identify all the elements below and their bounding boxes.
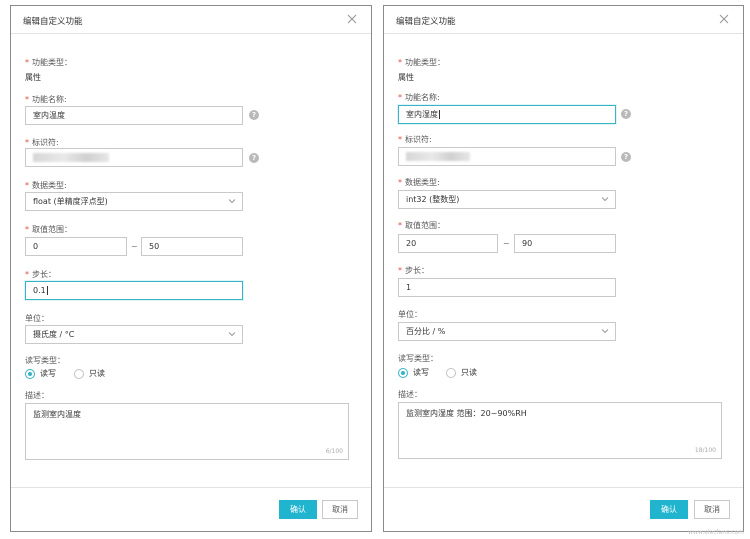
close-icon[interactable]: [347, 14, 357, 24]
radio-unchecked-icon: [74, 368, 84, 379]
step-value: 0.1: [33, 286, 46, 295]
function-name-label: * 功能名称:: [25, 95, 67, 104]
function-name-value: 室内湿度: [406, 110, 438, 119]
dialog-title: 编辑自定义功能: [396, 17, 456, 27]
function-name-input[interactable]: 室内湿度: [398, 105, 616, 124]
identifier-input[interactable]: [398, 147, 616, 166]
step-label: * 步长：: [25, 270, 56, 279]
help-icon[interactable]: ?: [621, 109, 631, 119]
step-input[interactable]: 0.1: [25, 281, 243, 300]
range-min-input[interactable]: 20: [398, 234, 498, 253]
unit-selected: 摄氏度 / °C: [33, 330, 75, 339]
function-type-label: * 功能类型：: [398, 58, 445, 67]
radio-read-write[interactable]: 读写: [398, 367, 429, 378]
cancel-button[interactable]: 取消: [694, 500, 730, 519]
data-type-select[interactable]: float (单精度浮点型): [25, 192, 243, 211]
unit-label: 单位：: [25, 314, 49, 323]
unit-label: 单位：: [398, 310, 422, 319]
unit-select[interactable]: 摄氏度 / °C: [25, 325, 243, 344]
radio-read-only[interactable]: 只读: [74, 368, 105, 379]
description-label: 描述：: [25, 391, 49, 400]
help-icon[interactable]: ?: [621, 152, 631, 162]
description-textarea[interactable]: 监测室内温度 6/100: [25, 403, 349, 460]
function-name-label: * 功能名称:: [398, 93, 440, 102]
radio-read-only[interactable]: 只读: [446, 367, 477, 378]
confirm-button[interactable]: 确认: [279, 500, 317, 519]
data-type-label: * 数据类型:: [25, 181, 67, 190]
dialog-title: 编辑自定义功能: [23, 17, 83, 27]
chevron-down-icon: [601, 329, 609, 334]
step-input[interactable]: 1: [398, 278, 616, 297]
watermark-text: www.elecfans.com: [688, 529, 744, 536]
dialog-header: 编辑自定义功能: [11, 6, 371, 34]
identifier-label: * 标识符:: [25, 138, 59, 147]
range-max-input[interactable]: 90: [514, 234, 616, 253]
confirm-button[interactable]: 确认: [650, 500, 688, 519]
range-label: * 取值范围：: [398, 221, 445, 230]
range-min-input[interactable]: 0: [25, 237, 127, 256]
edit-function-dialog-right: 编辑自定义功能 * 功能类型： 属性 * 功能名称: 室内湿度 ? * 标识符: ? …: [383, 5, 744, 532]
unit-selected: 百分比 / %: [406, 327, 446, 336]
redacted-identifier: [406, 152, 470, 161]
identifier-label: * 标识符:: [398, 135, 432, 144]
chevron-down-icon: [228, 332, 236, 337]
description-textarea[interactable]: 监测室内湿度 范围：20~90%RH 18/100: [398, 402, 722, 459]
unit-select[interactable]: 百分比 / %: [398, 322, 616, 341]
identifier-input[interactable]: [25, 148, 243, 167]
step-label: * 步长：: [398, 266, 429, 275]
edit-function-dialog-left: 编辑自定义功能 * 功能类型： 属性 * 功能名称: 室内温度 ? * 标识符: ? …: [10, 5, 372, 532]
radio-checked-icon: [398, 367, 408, 378]
char-counter: 18/100: [694, 447, 716, 454]
radio-checked-icon: [25, 368, 35, 379]
rw-type-label: 读写类型：: [25, 356, 65, 365]
text-caret: [46, 286, 48, 295]
dialog-footer: 确认 取消: [384, 487, 743, 531]
data-type-label: * 数据类型:: [398, 178, 440, 187]
dialog-header: 编辑自定义功能: [384, 6, 743, 34]
function-type-label: * 功能类型：: [25, 58, 72, 67]
chevron-down-icon: [601, 197, 609, 202]
dialog-footer: 确认 取消: [11, 487, 371, 531]
radio-read-write[interactable]: 读写: [25, 368, 56, 379]
range-label: * 取值范围：: [25, 225, 72, 234]
char-counter: 6/100: [325, 448, 343, 455]
function-name-input[interactable]: 室内温度: [25, 106, 243, 125]
data-type-selected: int32 (整数型): [406, 195, 460, 204]
chevron-down-icon: [228, 199, 236, 204]
radio-unchecked-icon: [446, 367, 456, 378]
description-text: 监测室内温度: [33, 410, 81, 419]
cancel-button[interactable]: 取消: [322, 500, 358, 519]
text-caret: [439, 110, 440, 119]
function-type-value: 属性: [398, 73, 414, 82]
description-text: 监测室内湿度 范围：20~90%RH: [406, 409, 527, 418]
help-icon[interactable]: ?: [249, 110, 259, 120]
data-type-select[interactable]: int32 (整数型): [398, 190, 616, 209]
rw-type-label: 读写类型：: [398, 354, 438, 363]
range-separator: ~: [503, 239, 510, 248]
description-label: 描述：: [398, 390, 422, 399]
function-type-value: 属性: [25, 73, 41, 82]
help-icon[interactable]: ?: [249, 153, 259, 163]
range-separator: ~: [131, 242, 138, 251]
data-type-selected: float (单精度浮点型): [33, 197, 108, 206]
redacted-identifier: [33, 153, 109, 162]
close-icon[interactable]: [719, 14, 729, 24]
range-max-input[interactable]: 50: [141, 237, 243, 256]
